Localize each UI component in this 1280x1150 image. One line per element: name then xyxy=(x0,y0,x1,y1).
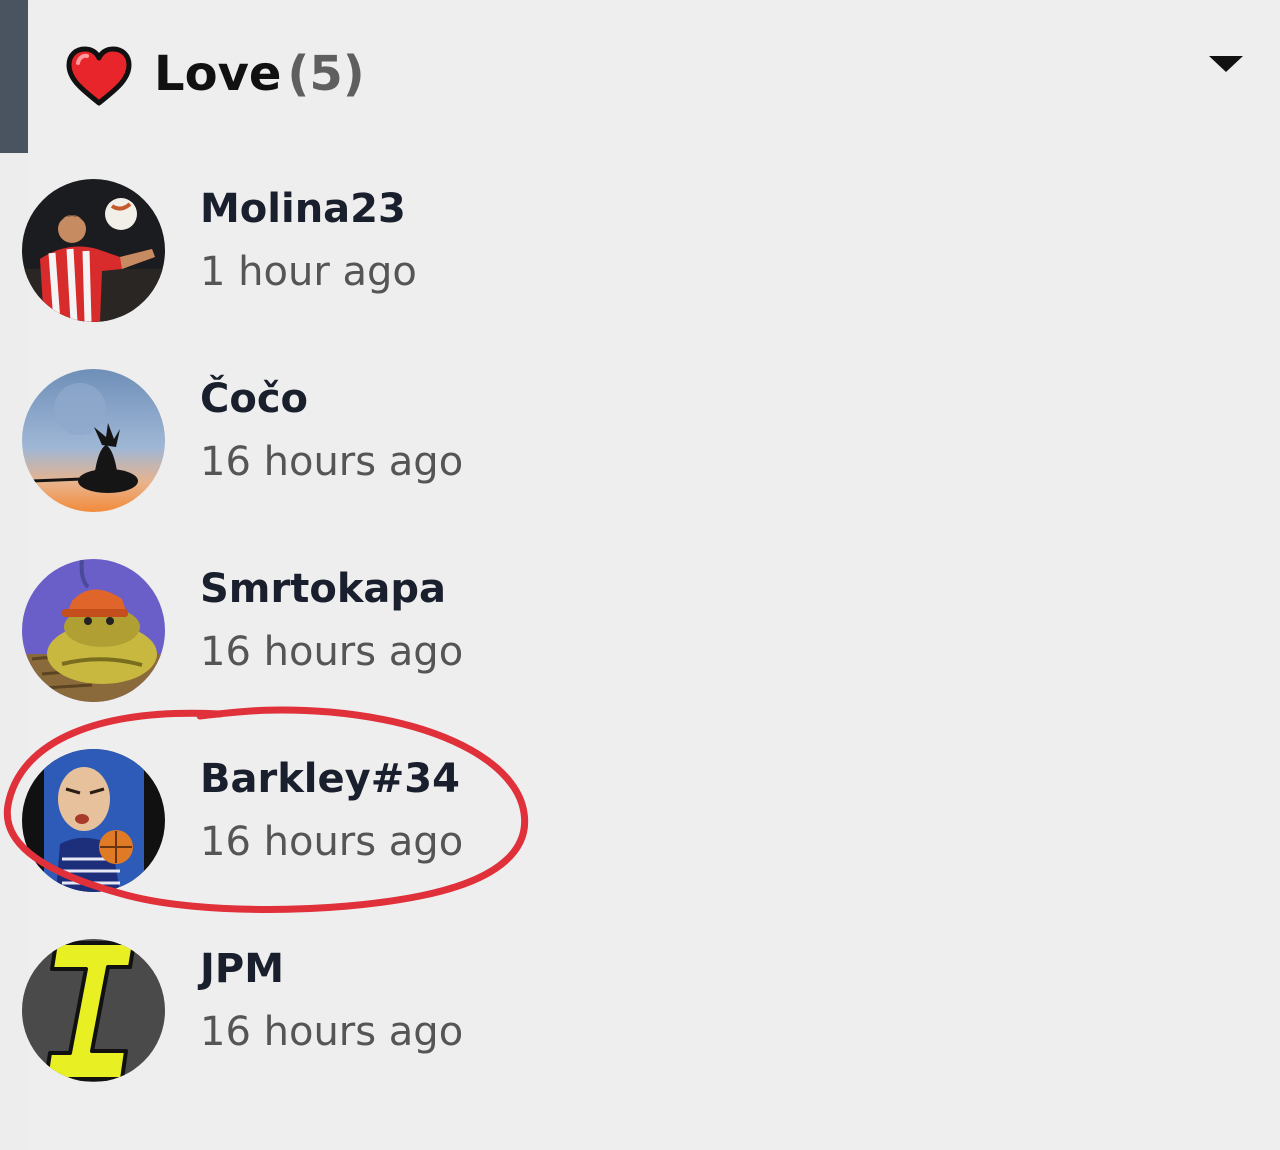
list-item[interactable]: Molina23 1 hour ago xyxy=(0,165,1280,355)
cartoon-crocodile-avatar xyxy=(22,559,165,702)
list-item[interactable]: Čočo 16 hours ago xyxy=(0,355,1280,545)
list-item[interactable]: Smrtokapa 16 hours ago xyxy=(0,545,1280,735)
timestamp: 16 hours ago xyxy=(200,629,464,675)
username[interactable]: Čočo xyxy=(200,375,308,423)
list-item[interactable]: JPM 16 hours ago xyxy=(0,925,1280,1115)
yellow-logo-avatar xyxy=(22,939,165,1082)
timestamp: 16 hours ago xyxy=(200,439,464,485)
user-list: Molina23 1 hour ago Čočo 16 hours ago Sm… xyxy=(0,0,1280,1150)
soccer-player-avatar xyxy=(22,179,165,322)
username[interactable]: Smrtokapa xyxy=(200,565,446,613)
list-item[interactable]: Barkley#34 16 hours ago xyxy=(0,735,1280,925)
moon-silhouette-avatar xyxy=(22,369,165,512)
basketball-cartoon-avatar xyxy=(22,749,165,892)
timestamp: 1 hour ago xyxy=(200,249,417,295)
username[interactable]: Molina23 xyxy=(200,185,406,233)
timestamp: 16 hours ago xyxy=(200,1009,464,1055)
username[interactable]: Barkley#34 xyxy=(200,755,460,803)
timestamp: 16 hours ago xyxy=(200,819,464,865)
username[interactable]: JPM xyxy=(200,945,284,993)
